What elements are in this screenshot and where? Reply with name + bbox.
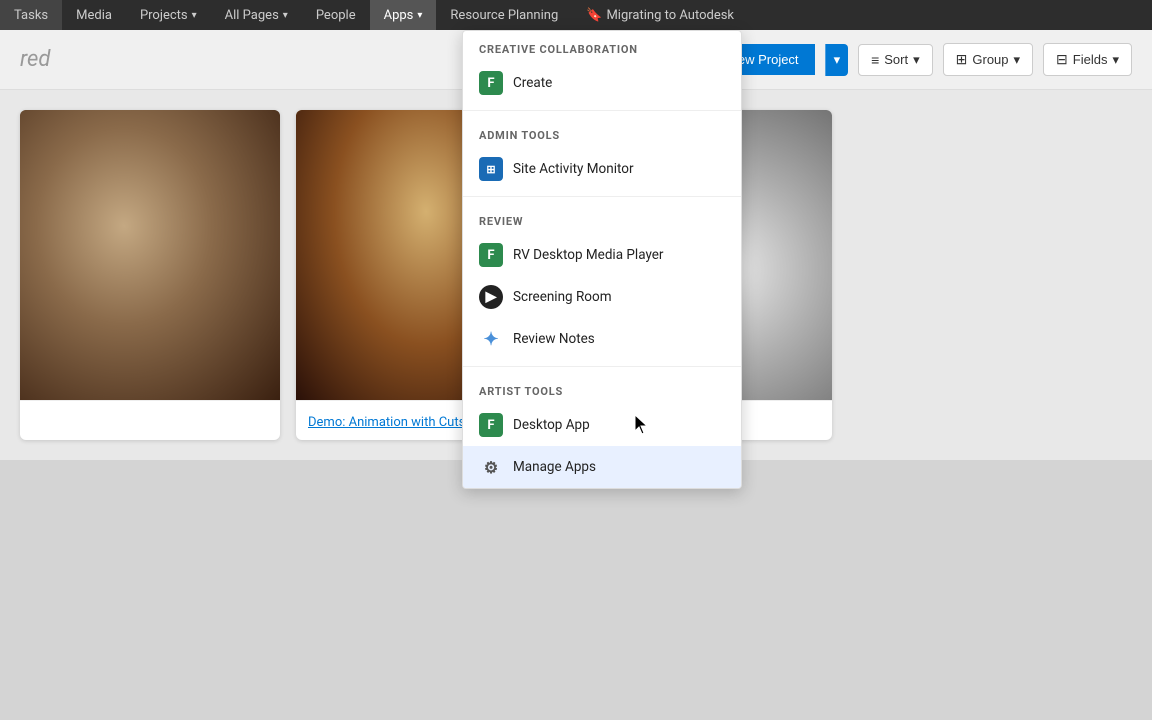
dropdown-item-screening-room[interactable]: ▶ Screening Room [463,276,741,318]
review-notes-icon: ✦ [479,327,503,351]
dropdown-item-review-notes[interactable]: ✦ Review Notes [463,318,741,360]
card-2-label: DEMO [306,377,339,390]
section-header-artist: ARTIST TOOLS [463,373,741,404]
apps-dropdown-menu: CREATIVE COLLABORATION F Create ADMIN TO… [462,30,742,489]
site-activity-label: Site Activity Monitor [513,161,634,177]
nav-bar: Tasks Media Projects ▾ All Pages ▾ Peopl… [0,0,1152,30]
manage-apps-label: Manage Apps [513,459,596,475]
nav-item-all-pages[interactable]: All Pages ▾ [211,0,302,30]
dropdown-item-manage-apps[interactable]: ⚙ Manage Apps [463,446,741,488]
projects-chevron: ▾ [192,10,197,21]
new-project-dropdown-button[interactable]: ▾ [825,44,849,76]
section-header-admin: ADMIN TOOLS [463,117,741,148]
nav-item-people[interactable]: People [302,0,370,30]
card-1-footer [20,400,280,421]
sort-chevron: ▾ [913,52,920,68]
rv-desktop-icon: F [479,243,503,267]
group-button[interactable]: ⊞ Group ▾ [943,43,1033,76]
manage-apps-icon: ⚙ [479,455,503,479]
dropdown-item-rv-desktop[interactable]: F RV Desktop Media Player [463,234,741,276]
divider-3 [463,366,741,367]
card-1-image: MO PROJECT [20,110,280,400]
fields-chevron: ▾ [1112,52,1119,68]
group-chevron: ▾ [1014,52,1021,68]
review-notes-label: Review Notes [513,331,595,347]
bookmark-icon: 🔖 [586,8,602,23]
card-2-link[interactable]: Demo: Animation with Cuts [308,415,465,430]
nav-item-resource-planning[interactable]: Resource Planning [436,0,572,30]
dropdown-item-create[interactable]: F Create [463,62,741,104]
divider-2 [463,196,741,197]
nav-item-apps[interactable]: Apps ▾ [370,0,437,30]
nav-item-tasks[interactable]: Tasks [0,0,62,30]
nav-item-media[interactable]: Media [62,0,126,30]
fields-icon: ⊟ [1056,51,1068,68]
dropdown-item-site-activity[interactable]: ⊞ Site Activity Monitor [463,148,741,190]
all-pages-chevron: ▾ [283,10,288,21]
create-icon: F [479,71,503,95]
apps-chevron: ▾ [417,10,422,21]
nav-item-projects[interactable]: Projects ▾ [126,0,211,30]
desktop-app-label: Desktop App [513,417,590,433]
screening-room-icon: ▶ [479,285,503,309]
card-1-label: MO PROJECT [30,377,103,390]
sort-button[interactable]: ≡ Sort ▾ [858,44,933,76]
fields-button[interactable]: ⊟ Fields ▾ [1043,43,1132,76]
rv-desktop-label: RV Desktop Media Player [513,247,664,263]
desktop-app-icon: F [479,413,503,437]
project-card-1[interactable]: MO PROJECT [20,110,280,440]
section-header-creative: CREATIVE COLLABORATION [463,31,741,62]
create-label: Create [513,75,552,91]
group-icon: ⊞ [956,51,968,68]
site-activity-icon: ⊞ [479,157,503,181]
screening-room-label: Screening Room [513,289,612,305]
divider-1 [463,110,741,111]
nav-item-migrating[interactable]: 🔖 Migrating to Autodesk [572,0,748,30]
dropdown-item-desktop-app[interactable]: F Desktop App [463,404,741,446]
section-header-review: REVIEW [463,203,741,234]
page-title: red [20,47,50,72]
sort-icon: ≡ [871,52,879,68]
